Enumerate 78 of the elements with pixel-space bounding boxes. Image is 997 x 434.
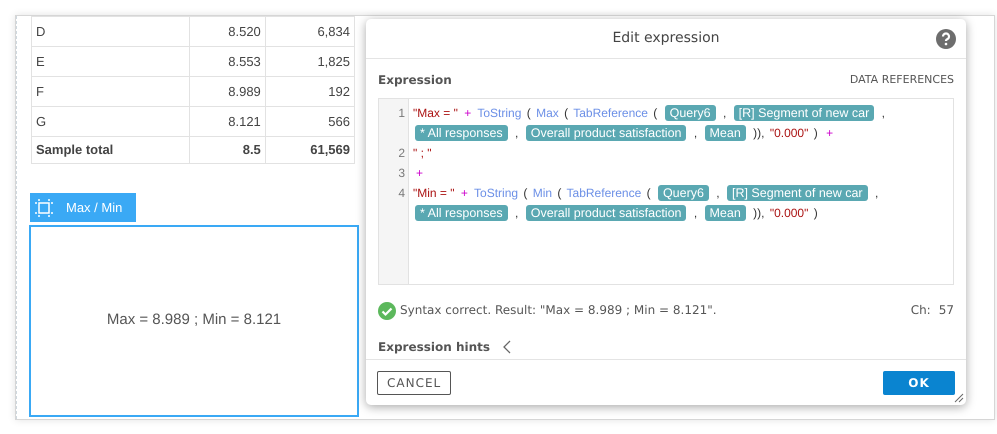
table-cell: 566 bbox=[265, 106, 354, 136]
resize-grip-icon[interactable] bbox=[954, 393, 964, 403]
operator: + bbox=[464, 106, 472, 120]
string-literal: "Min = " bbox=[413, 186, 455, 200]
punctuation: ( bbox=[653, 106, 658, 120]
punctuation: , bbox=[882, 106, 885, 120]
dialog-title: Edit expression bbox=[612, 29, 720, 48]
punctuation: , bbox=[515, 206, 518, 220]
punctuation: )), bbox=[753, 126, 764, 140]
data-reference-chip[interactable]: Overall product satisfaction bbox=[526, 205, 686, 221]
table-cell: F bbox=[32, 76, 190, 106]
punctuation: , bbox=[694, 126, 698, 140]
char-count: 57 bbox=[938, 302, 954, 320]
total-cell: 8.5 bbox=[189, 136, 266, 164]
help-icon[interactable] bbox=[936, 29, 956, 49]
punctuation: ( bbox=[646, 186, 651, 200]
char-count-label: Ch: bbox=[910, 302, 931, 320]
line-number: 1 bbox=[397, 105, 406, 122]
punctuation: ( bbox=[557, 186, 562, 200]
table-cell: G bbox=[32, 106, 190, 136]
string-literal: " ; " bbox=[413, 146, 432, 160]
string-literal: "0.000" bbox=[770, 126, 808, 140]
punctuation: )), bbox=[753, 206, 764, 220]
operator: + bbox=[826, 126, 834, 140]
function-name: ToString bbox=[474, 186, 518, 200]
data-references-link[interactable]: DATA REFERENCES bbox=[850, 72, 954, 88]
string-literal: "Max = " bbox=[413, 106, 458, 120]
table-cell: 8.520 bbox=[189, 16, 266, 46]
status-message: Syntax correct. Result: "Max = 8.989 ; Min = 8.121". bbox=[400, 302, 717, 320]
punctuation: , bbox=[515, 126, 518, 140]
data-reference-chip[interactable]: Mean bbox=[704, 125, 746, 141]
line-number: 4 bbox=[397, 185, 406, 202]
total-cell: 61,569 bbox=[265, 136, 354, 164]
total-cell: Sample total bbox=[32, 136, 190, 164]
operator: + bbox=[416, 166, 424, 180]
data-reference-chip[interactable]: Query6 bbox=[658, 185, 709, 201]
punctuation: ( bbox=[523, 186, 528, 200]
punctuation: , bbox=[722, 106, 726, 120]
punctuation: ( bbox=[564, 106, 568, 120]
widget-tab[interactable]: Max / Min bbox=[30, 193, 136, 222]
widget-text: Max = 8.989 ; Min = 8.121 bbox=[106, 310, 282, 330]
select-frame-icon bbox=[34, 198, 54, 216]
table-cell: 8.553 bbox=[189, 46, 266, 76]
function-name: Max bbox=[536, 106, 559, 120]
function-name: TabReference bbox=[573, 106, 648, 120]
table-cell: 6,834 bbox=[265, 16, 354, 46]
punctuation: , bbox=[874, 186, 878, 200]
punctuation: , bbox=[694, 206, 698, 220]
table-cell: 8.121 bbox=[189, 106, 266, 136]
table-cell: 192 bbox=[265, 76, 354, 106]
operator: + bbox=[460, 186, 468, 200]
data-reference-chip[interactable]: Query6 bbox=[664, 105, 716, 121]
data-reference-chip[interactable]: [R] Segment of new car bbox=[734, 105, 874, 121]
punctuation: ) bbox=[814, 206, 818, 220]
line-number: 3 bbox=[397, 165, 406, 182]
hints-label[interactable]: Expression hints bbox=[378, 338, 490, 356]
function-name: ToString bbox=[477, 106, 522, 120]
section-label: Expression bbox=[378, 72, 452, 89]
table-cell: 8.989 bbox=[189, 76, 266, 106]
table-cell: E bbox=[32, 46, 190, 76]
table-cell: D bbox=[32, 16, 190, 46]
cancel-button[interactable]: CANCEL bbox=[377, 370, 452, 394]
data-reference-chip[interactable]: * All responses bbox=[415, 205, 508, 221]
data-reference-chip[interactable]: Overall product satisfaction bbox=[526, 125, 686, 141]
data-reference-chip[interactable]: * All responses bbox=[415, 125, 508, 141]
punctuation: , bbox=[716, 186, 720, 200]
chevron-icon[interactable] bbox=[502, 340, 512, 354]
table-cell: 1,825 bbox=[265, 46, 354, 76]
data-reference-chip[interactable]: [R] Segment of new car bbox=[726, 185, 868, 201]
function-name: TabReference bbox=[566, 186, 642, 200]
string-literal: "0.000" bbox=[770, 206, 808, 220]
code-editor[interactable] bbox=[378, 98, 954, 285]
punctuation: ( bbox=[526, 106, 531, 120]
data-reference-chip[interactable]: Mean bbox=[704, 205, 746, 221]
function-name: Min bbox=[532, 186, 552, 200]
line-number: 2 bbox=[397, 145, 406, 162]
punctuation: ) bbox=[814, 126, 818, 140]
ok-button[interactable]: OK bbox=[883, 370, 955, 394]
